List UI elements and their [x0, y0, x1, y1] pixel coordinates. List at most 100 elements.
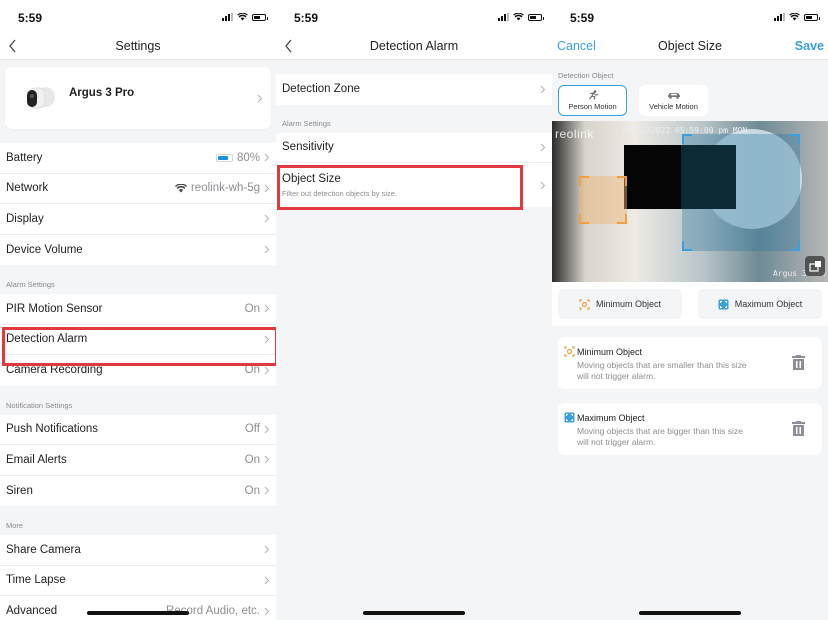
wifi-icon: [174, 183, 187, 193]
zone-group: Detection Zone: [276, 74, 552, 105]
minimum-object-card: Minimum Object Moving objects that are s…: [558, 337, 822, 389]
camera-preview[interactable]: reolink 08/22/2022 05:59:00 pm MON Argus…: [552, 121, 828, 282]
notification-settings-group: Push Notifications Off Email Alerts On S…: [0, 414, 276, 507]
battery-status-icon: [252, 13, 268, 21]
trash-icon[interactable]: [792, 355, 805, 370]
settings-row-pir-motion[interactable]: PIR Motion Sensor On: [0, 294, 276, 325]
section-label-alarm: Alarm Settings: [6, 280, 55, 289]
wifi-icon: [789, 13, 800, 21]
settings-screen: 5:59 Settings Argus 3 Pro Battery 80% Ne…: [0, 0, 276, 620]
maximum-object-label: Maximum Object: [734, 299, 803, 309]
page-title: Detection Alarm: [369, 39, 459, 53]
max-box-handle[interactable]: [682, 241, 692, 251]
row-label: Camera Recording: [6, 364, 103, 377]
device-name: Argus 3 Pro: [69, 87, 135, 99]
max-box-handle[interactable]: [790, 241, 800, 251]
chevron-right-icon: [540, 181, 546, 189]
chevron-right-icon: [264, 304, 270, 313]
more-settings-group: Share Camera Time Lapse Advanced Record …: [0, 535, 276, 620]
trash-icon[interactable]: [792, 421, 805, 436]
settings-row-time-lapse[interactable]: Time Lapse: [0, 566, 276, 596]
minimum-object-button[interactable]: Minimum Object: [558, 289, 682, 319]
person-motion-button[interactable]: Person Motion: [558, 85, 627, 116]
battery-level-icon: [215, 153, 233, 162]
settings-row-push-notifications[interactable]: Push Notifications Off: [0, 415, 276, 445]
row-label: Time Lapse: [6, 574, 66, 587]
settings-row-battery[interactable]: Battery 80%: [0, 143, 276, 174]
row-detection-zone[interactable]: Detection Zone: [276, 74, 552, 105]
row-label: Device Volume: [6, 243, 83, 256]
row-sensitivity[interactable]: Sensitivity: [276, 133, 552, 163]
battery-status-icon: [528, 13, 544, 21]
settings-row-email-alerts[interactable]: Email Alerts On: [0, 445, 276, 476]
detection-object-label: Detection Object: [558, 71, 614, 80]
chevron-right-icon: [257, 94, 263, 102]
page-title: Settings: [115, 39, 161, 53]
min-box-handle[interactable]: [579, 214, 589, 224]
min-box-handle[interactable]: [617, 214, 627, 224]
settings-row-network[interactable]: Network reolink-wh-5g: [0, 174, 276, 204]
chevron-right-icon: [264, 153, 270, 162]
row-value: On: [244, 484, 260, 497]
signal-icon: [222, 13, 233, 21]
min-box-handle[interactable]: [579, 176, 589, 186]
person-motion-label: Person Motion: [568, 102, 617, 111]
row-label: Email Alerts: [6, 453, 67, 466]
wifi-icon: [237, 13, 248, 21]
nav-bar: Detection Alarm: [276, 34, 552, 60]
save-button[interactable]: Save: [795, 39, 824, 53]
chevron-right-icon: [264, 545, 270, 554]
max-box-handle[interactable]: [682, 134, 692, 144]
card-title: Minimum Object: [577, 347, 643, 357]
settings-row-share-camera[interactable]: Share Camera: [0, 535, 276, 566]
nav-bar: Cancel Object Size Save: [552, 34, 828, 60]
chevron-right-icon: [264, 245, 270, 254]
row-label: Battery: [6, 151, 43, 164]
page-title: Object Size: [658, 39, 722, 53]
maximum-object-button[interactable]: Maximum Object: [698, 289, 822, 319]
status-bar: 5:59: [0, 0, 276, 34]
card-description: Moving objects that are smaller than thi…: [577, 360, 747, 381]
maximum-object-icon: [564, 412, 575, 423]
detection-object-selector: Person Motion Vehicle Motion: [552, 85, 828, 116]
camera-device-icon: [27, 87, 55, 109]
maximum-object-card: Maximum Object Moving objects that are b…: [558, 403, 822, 455]
minimum-object-icon: [564, 346, 575, 357]
person-running-icon: [588, 90, 598, 100]
chevron-right-icon: [540, 143, 546, 152]
settings-row-siren[interactable]: Siren On: [0, 476, 276, 507]
object-size-toggle: Minimum Object Maximum Object: [552, 282, 828, 326]
chevron-right-icon: [264, 425, 270, 434]
settings-row-device-volume[interactable]: Device Volume: [0, 235, 276, 266]
reolink-watermark: reolink: [555, 127, 594, 141]
vehicle-motion-button[interactable]: Vehicle Motion: [639, 85, 708, 116]
row-label: Display: [6, 212, 44, 225]
row-label: Push Notifications: [6, 423, 99, 436]
home-indicator: [639, 611, 741, 615]
highlight-detection-alarm: [2, 327, 276, 366]
home-indicator: [87, 611, 189, 615]
status-time: 5:59: [570, 11, 595, 25]
status-bar: 5:59: [276, 0, 552, 34]
row-label: Siren: [6, 484, 33, 497]
row-value: On: [244, 364, 260, 377]
row-value: On: [244, 302, 260, 315]
row-label: PIR Motion Sensor: [6, 302, 103, 315]
minimum-object-label: Minimum Object: [595, 299, 661, 309]
row-value: Off: [244, 423, 260, 436]
device-card[interactable]: Argus 3 Pro: [5, 67, 271, 129]
row-label: Sensitivity: [282, 141, 334, 154]
min-box-handle[interactable]: [617, 176, 627, 186]
section-label-more: More: [6, 521, 24, 530]
max-box-handle[interactable]: [790, 134, 800, 144]
settings-row-display[interactable]: Display: [0, 204, 276, 235]
signal-icon: [498, 13, 509, 21]
minimum-object-icon: [579, 298, 590, 310]
picture-in-picture-icon[interactable]: [805, 256, 825, 276]
vehicle-motion-label: Vehicle Motion: [649, 101, 698, 111]
chevron-right-icon: [264, 607, 270, 616]
device-settings-group: Battery 80% Network reolink-wh-5g Displa…: [0, 143, 276, 265]
preview-timestamp: 08/22/2022 05:59:00 pm MON: [622, 126, 748, 135]
row-label: Share Camera: [6, 543, 81, 556]
settings-row-advanced[interactable]: Advanced Record Audio, etc.: [0, 596, 276, 620]
